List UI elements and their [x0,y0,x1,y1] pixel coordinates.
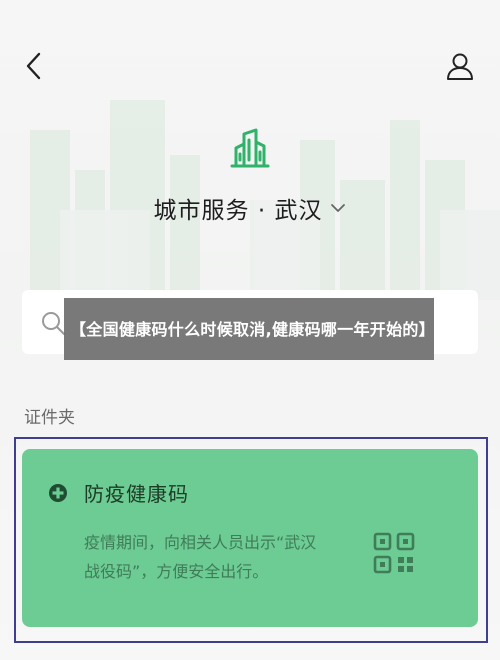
user-icon [447,53,473,80]
card-description: 疫情期间，向相关人员出示“武汉战役码”，方便安全出行。 [84,533,317,581]
service-title: 城市服务 · 武汉 [153,198,323,224]
back-button[interactable] [16,48,52,84]
city-service-page: 城市服务 · 武汉 【全国健康码什么时候取消,健康码哪一年开始的】 证件夹 防疫… [0,0,500,660]
city-selector[interactable]: 城市服务 · 武汉 [0,190,500,226]
search-icon [42,312,65,335]
chevron-left-icon [26,52,41,80]
qr-code-icon[interactable] [372,531,416,575]
section-label: 证件夹 [24,408,75,428]
chevron-down-icon [331,204,346,212]
city-buildings-icon [230,128,270,168]
card-title: 防疫健康码 [84,482,189,506]
article-title-overlay: 【全国健康码什么时候取消,健康码哪一年开始的】 [64,298,435,360]
overlay-text: 【全国健康码什么时候取消,健康码哪一年开始的】 [70,319,435,339]
skyline-background [30,100,500,300]
profile-button[interactable] [440,46,480,86]
plus-circle-icon [49,484,67,502]
